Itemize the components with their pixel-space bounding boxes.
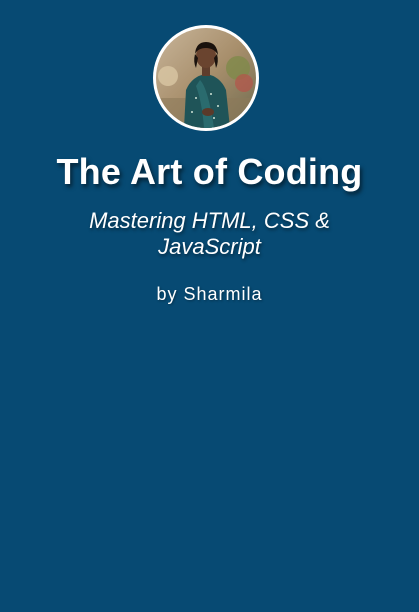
author-photo [156, 28, 256, 128]
book-cover: The Art of Coding Mastering HTML, CSS & … [0, 0, 419, 612]
book-subtitle: Mastering HTML, CSS & JavaScript [89, 208, 330, 259]
book-author: by Sharmila [156, 284, 263, 304]
avatar [153, 25, 259, 131]
book-title: The Art of Coding [56, 151, 363, 192]
